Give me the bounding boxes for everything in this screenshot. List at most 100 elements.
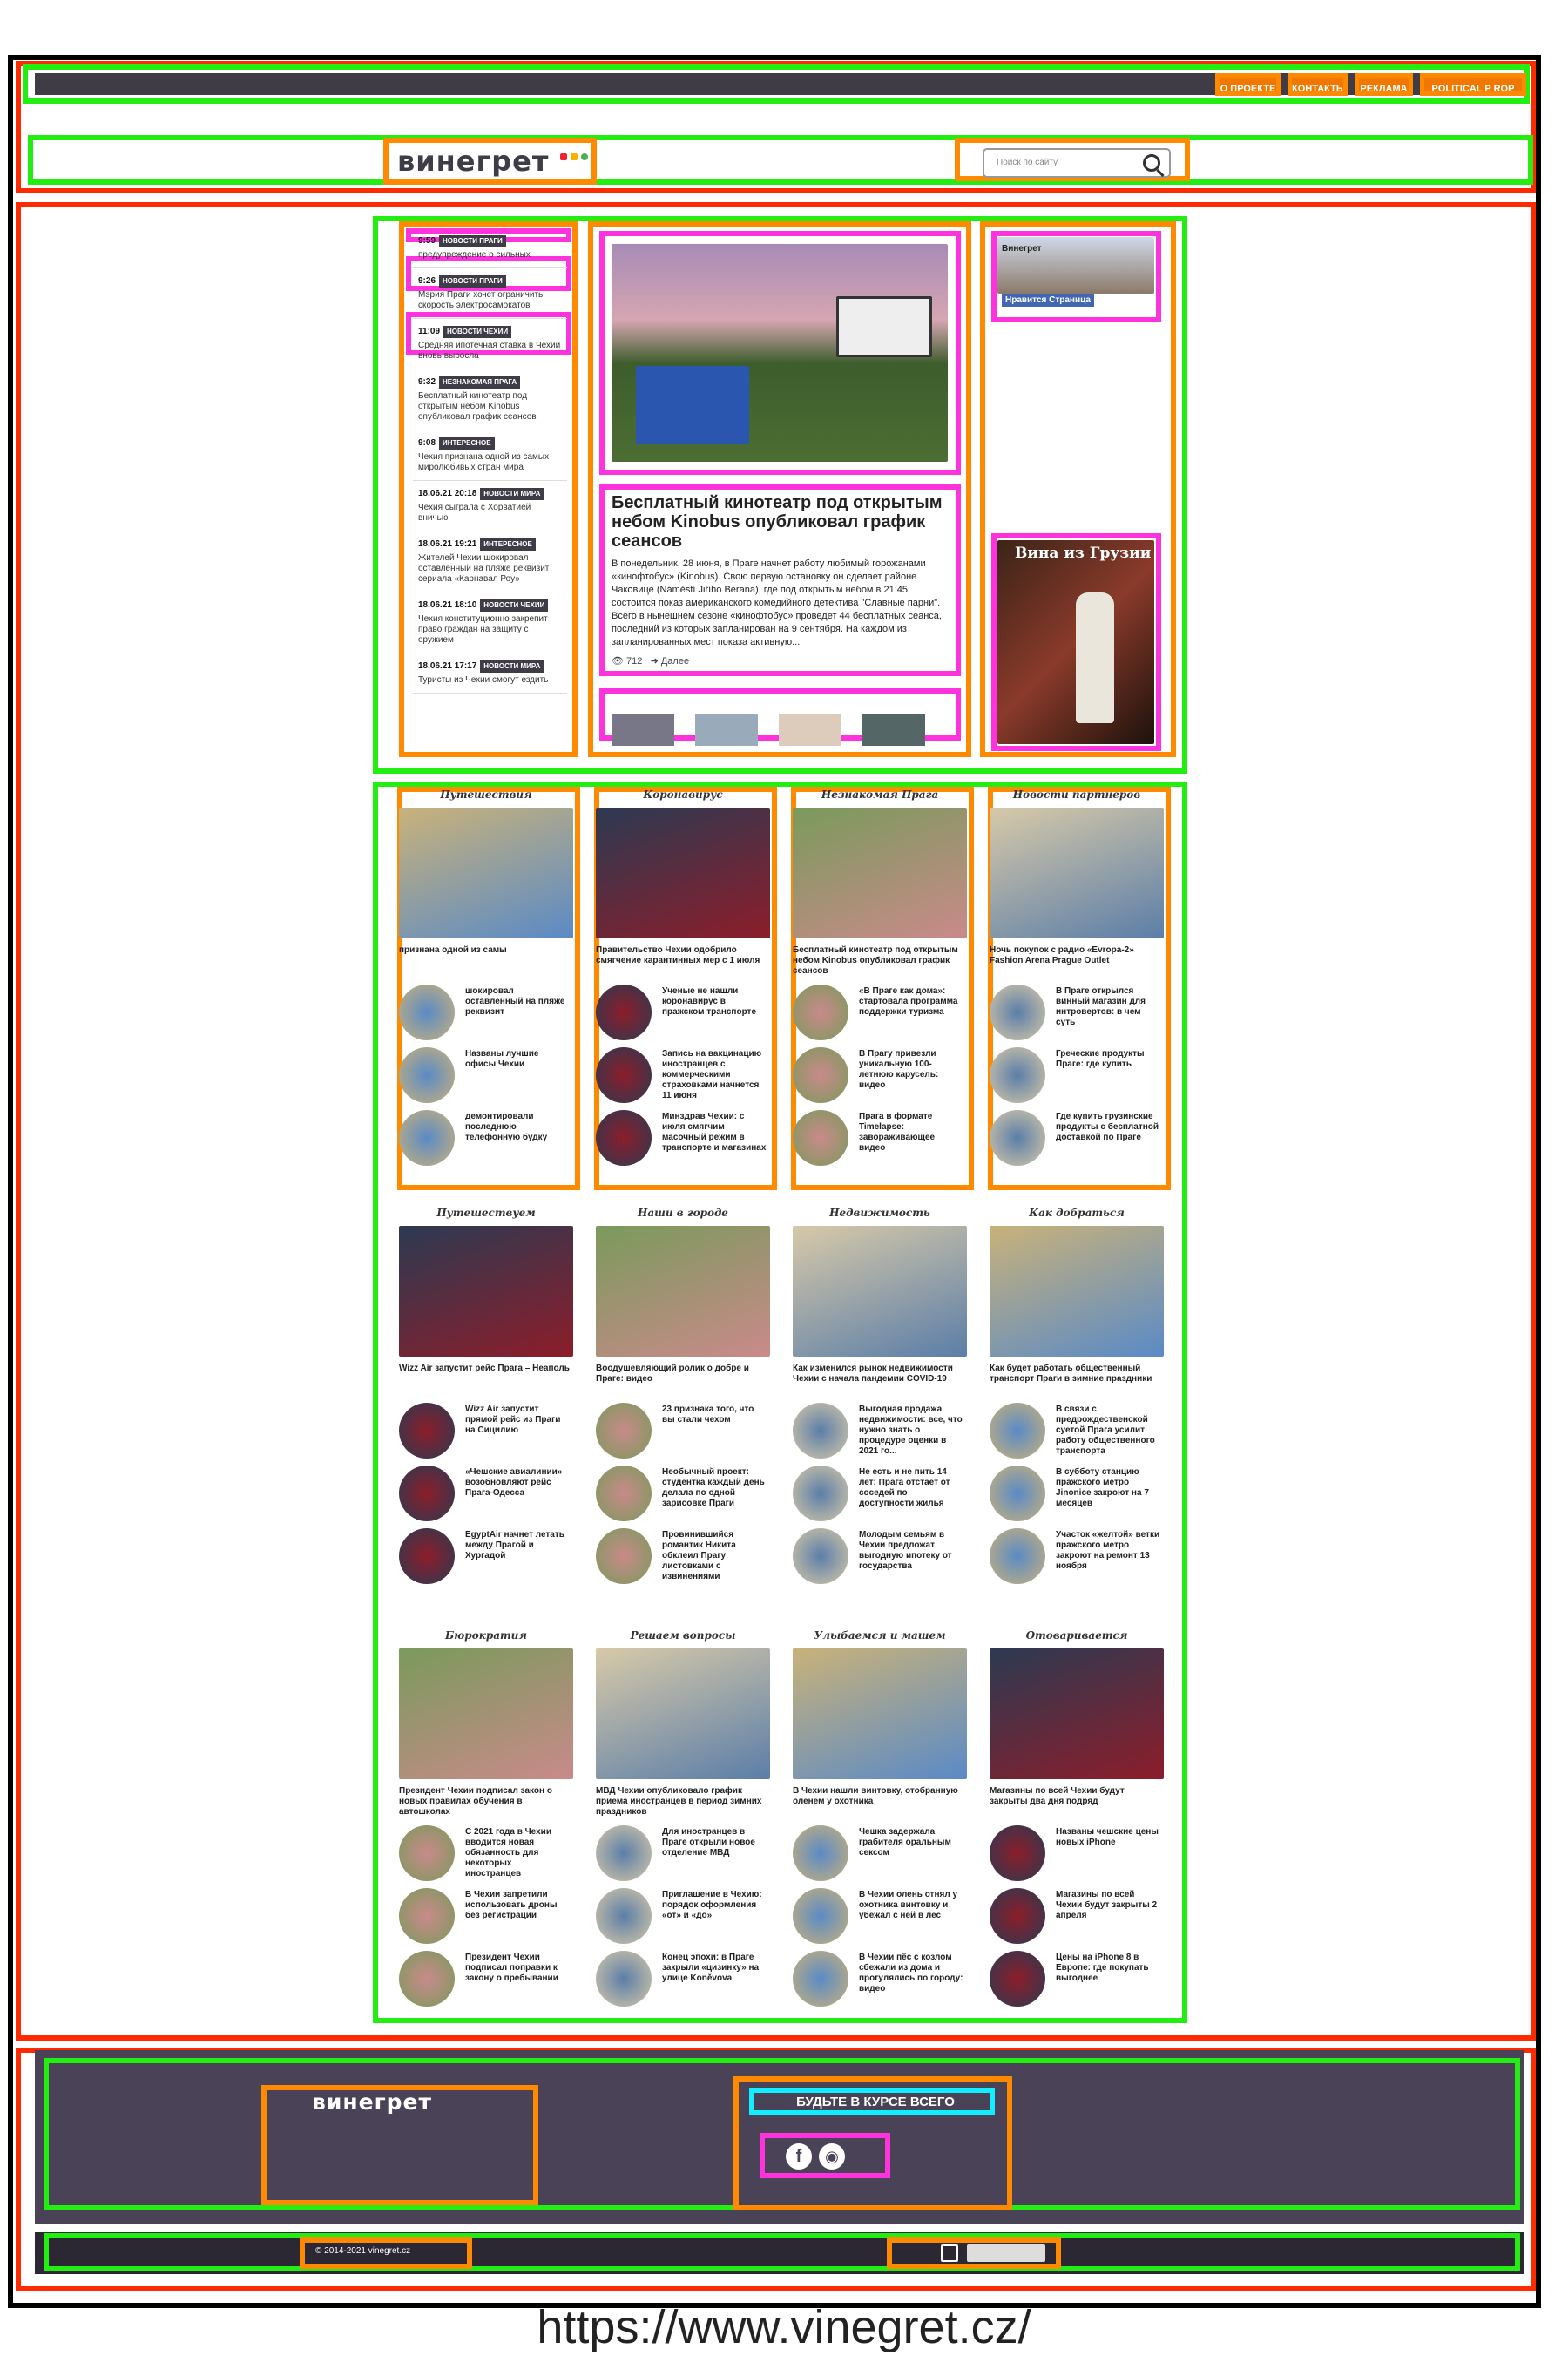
feed-text[interactable]: Чехия сыграла с Хорватией вничью: [418, 503, 562, 524]
item-thumb[interactable]: [399, 1110, 455, 1166]
item-thumb[interactable]: [990, 1403, 1045, 1459]
item-title[interactable]: Молодым семьям в Чехии предложат выгодну…: [859, 1530, 963, 1582]
item-thumb[interactable]: [990, 985, 1045, 1040]
item-title[interactable]: Названы чешские цены новых iPhone: [1056, 1827, 1160, 1879]
item-thumb[interactable]: [399, 1888, 455, 1944]
section-title[interactable]: Путешествуем: [399, 1207, 573, 1219]
section-lead[interactable]: Воодушевляющий ролик о добре и Праге: ви…: [596, 1364, 770, 1384]
section-title[interactable]: Новости партнеров: [990, 789, 1164, 801]
item-title[interactable]: Wizz Air запустит прямой рейс из Праги н…: [465, 1405, 570, 1457]
item-title[interactable]: Греческие продукты Праге: где купить: [1056, 1049, 1160, 1101]
item-thumb[interactable]: [793, 1825, 848, 1881]
section-lead[interactable]: Правительство Чехии одобрило смягчение к…: [596, 945, 770, 966]
thumb-1[interactable]: [612, 714, 674, 746]
section-image[interactable]: [793, 1226, 967, 1357]
feed-item[interactable]: 11:09 НОВОСТИ ЧЕХИИ Средняя ипотечная став…: [413, 319, 567, 369]
rss-icon[interactable]: ◉: [819, 2143, 845, 2170]
item-thumb[interactable]: [399, 1047, 455, 1103]
feed-tag[interactable]: НОВОСТИ ЧЕХИИ: [443, 326, 512, 338]
feed-item[interactable]: 18.06.21 19:21 ИНТЕРЕСНОЕ Жителей Чехии шо…: [413, 531, 567, 592]
item-thumb[interactable]: [793, 1110, 848, 1166]
item-thumb[interactable]: [596, 985, 652, 1040]
item-title[interactable]: Выгодная продажа недвижимости: все, что …: [859, 1405, 963, 1457]
item-title[interactable]: шокировал оставленный на пляже реквизит: [465, 986, 570, 1039]
search-icon[interactable]: [1143, 154, 1160, 172]
section-title[interactable]: Решаем вопросы: [596, 1629, 770, 1642]
feed-item[interactable]: 9:26 НОВОСТИ ПРАГИ Мэрия Праги хочет огран…: [413, 268, 567, 319]
feed-tag[interactable]: НОВОСТИ ЧЕХИИ: [480, 599, 549, 612]
item-title[interactable]: Участок «желтой» ветки пражского метро з…: [1056, 1530, 1160, 1582]
section-image[interactable]: [596, 1226, 770, 1357]
item-thumb[interactable]: [399, 1403, 455, 1459]
section-image[interactable]: [793, 808, 967, 938]
more-link[interactable]: Далее: [661, 656, 689, 667]
feed-item[interactable]: 18.06.21 17:17 НОВОСТИ МИРА Туристы из Чех…: [413, 653, 567, 694]
item-thumb[interactable]: [399, 1528, 455, 1584]
feed-tag[interactable]: НОВОСТИ МИРА: [480, 660, 544, 673]
item-title[interactable]: Необычный проект: студентка каждый день …: [662, 1467, 767, 1520]
section-image[interactable]: [596, 808, 770, 938]
feed-text[interactable]: Чехия конституционно закрепит право граж…: [418, 614, 562, 646]
item-thumb[interactable]: [793, 985, 848, 1040]
main-story-title[interactable]: Бесплатный кинотеатр под открытым небом …: [612, 493, 948, 551]
section-image[interactable]: [399, 1648, 573, 1779]
feed-tag[interactable]: ИНТЕРЕСНОЕ: [439, 437, 495, 450]
item-title[interactable]: В Чехии олень отнял у охотника винтовку …: [859, 1890, 963, 1942]
item-thumb[interactable]: [990, 1888, 1045, 1944]
section-lead[interactable]: МВД Чехии опубликовало график приема ино…: [596, 1786, 770, 1818]
item-title[interactable]: 23 признака того, что вы стали чехом: [662, 1405, 767, 1457]
section-lead[interactable]: Как будет работать общественный транспор…: [990, 1364, 1164, 1384]
item-title[interactable]: В Чехии пёс с козлом сбежали из дома и п…: [859, 1953, 963, 2005]
thumb-2[interactable]: [695, 714, 758, 746]
section-lead[interactable]: Как изменился рынок недвижимости Чехии с…: [793, 1364, 967, 1384]
section-lead[interactable]: Президент Чехии подписал закон о новых п…: [399, 1786, 573, 1818]
thumb-4[interactable]: [862, 714, 925, 746]
nav-about[interactable]: О ПРОЕКТЕ: [1215, 73, 1281, 96]
section-title[interactable]: Незнакомая Прага: [793, 789, 967, 801]
item-title[interactable]: EgyptAir начнет летать между Прагой и Ху…: [465, 1530, 570, 1582]
item-thumb[interactable]: [793, 1951, 848, 2007]
feed-text[interactable]: Мэрия Праги хочет ограничить скорость эл…: [418, 290, 562, 311]
feed-tag[interactable]: НОВОСТИ ПРАГИ: [439, 235, 506, 247]
item-title[interactable]: Приглашение в Чехию: порядок оформления …: [662, 1890, 767, 1942]
feed-item[interactable]: 9:08 ИНТЕРЕСНОЕ Чехия признана одной из са…: [413, 430, 567, 481]
item-title[interactable]: Названы лучшие офисы Чехии: [465, 1049, 570, 1101]
section-image[interactable]: [990, 1648, 1164, 1779]
facebook-icon[interactable]: f: [786, 2143, 812, 2170]
item-title[interactable]: В Праге открылся винный магазин для интр…: [1056, 986, 1160, 1039]
item-title[interactable]: В Чехии запретили использовать дроны без…: [465, 1890, 570, 1942]
item-thumb[interactable]: [990, 1528, 1045, 1584]
section-lead[interactable]: Магазины по всей Чехии будут закрыты два…: [990, 1786, 1164, 1807]
feed-item[interactable]: 18.06.21 18:10 НОВОСТИ ЧЕХИИ Чехия констит…: [413, 592, 567, 653]
item-title[interactable]: Президент Чехии подписал поправки к зако…: [465, 1953, 570, 2005]
item-thumb[interactable]: [793, 1466, 848, 1521]
item-title[interactable]: Конец эпохи: в Праге закрыли «цизинку» н…: [662, 1953, 767, 2005]
item-title[interactable]: Магазины по всей Чехии будут закрыты 2 а…: [1056, 1890, 1160, 1942]
item-title[interactable]: Запись на вакцинацию иностранцев с комме…: [662, 1049, 767, 1101]
item-thumb[interactable]: [596, 1110, 652, 1166]
item-thumb[interactable]: [399, 1825, 455, 1881]
feed-text[interactable]: Средняя ипотечная ставка в Чехии вновь в…: [418, 341, 562, 362]
section-title[interactable]: Путешествия: [399, 789, 573, 801]
item-thumb[interactable]: [399, 1466, 455, 1521]
feed-item[interactable]: 18.06.21 20:18 НОВОСТИ МИРА Чехия сыграла …: [413, 481, 567, 531]
item-thumb[interactable]: [596, 1403, 652, 1459]
section-title[interactable]: Бюрократия: [399, 1629, 573, 1642]
feed-tag[interactable]: НЕЗНАКОМАЯ ПРАГА: [439, 376, 521, 389]
item-thumb[interactable]: [399, 1951, 455, 2007]
item-title[interactable]: «В Праге как дома»: стартовала программа…: [859, 986, 963, 1039]
item-title[interactable]: В связи с предрождественской суетой Праг…: [1056, 1405, 1160, 1457]
section-title[interactable]: Как добраться: [990, 1207, 1164, 1219]
nav-advertising[interactable]: РЕКЛАМА: [1355, 73, 1413, 96]
item-thumb[interactable]: [596, 1528, 652, 1584]
item-thumb[interactable]: [596, 1888, 652, 1944]
section-image[interactable]: [990, 1226, 1164, 1357]
section-title[interactable]: Отоваривается: [990, 1629, 1164, 1642]
item-thumb[interactable]: [990, 1466, 1045, 1521]
item-thumb[interactable]: [596, 1825, 652, 1881]
item-title[interactable]: демонтировали последнюю телефонную будку: [465, 1112, 570, 1164]
feed-item[interactable]: 9:32 НЕЗНАКОМАЯ ПРАГА Бесплатный кинотеатр…: [413, 369, 567, 430]
search-input[interactable]: Поиск по сайту: [983, 148, 1171, 178]
feed-text[interactable]: Чехия признана одной из самых миролюбивы…: [418, 452, 562, 473]
section-title[interactable]: Улыбаемся и машем: [793, 1629, 967, 1642]
